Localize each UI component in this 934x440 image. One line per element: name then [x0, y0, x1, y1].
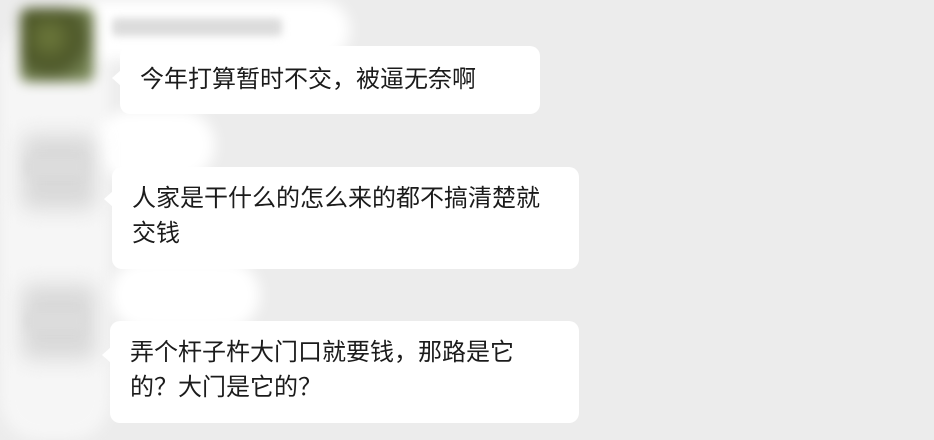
- chat-message-list: 今年打算暂时不交，被逼无奈啊 人家是干什么的怎么来的都不搞清楚就交钱 弄个杆子杵…: [0, 0, 934, 440]
- message-text: 弄个杆子杵大门口就要钱，那路是它的？大门是它的？: [130, 338, 514, 401]
- message-text: 今年打算暂时不交，被逼无奈啊: [140, 65, 476, 93]
- redaction-blur: [0, 20, 110, 440]
- message-bubble[interactable]: 今年打算暂时不交，被逼无奈啊: [112, 46, 540, 114]
- sender-name: [25, 158, 85, 176]
- message-bubble[interactable]: 人家是干什么的怎么来的都不搞清楚就交钱: [104, 167, 579, 269]
- redaction-blur: [110, 260, 260, 330]
- avatar[interactable]: [20, 8, 94, 82]
- message-text: 人家是干什么的怎么来的都不搞清楚就交钱: [132, 184, 540, 247]
- sender-name: [112, 18, 282, 36]
- message-bubble[interactable]: 弄个杆子杵大门口就要钱，那路是它的？大门是它的？: [102, 321, 579, 423]
- sender-name: [25, 312, 85, 330]
